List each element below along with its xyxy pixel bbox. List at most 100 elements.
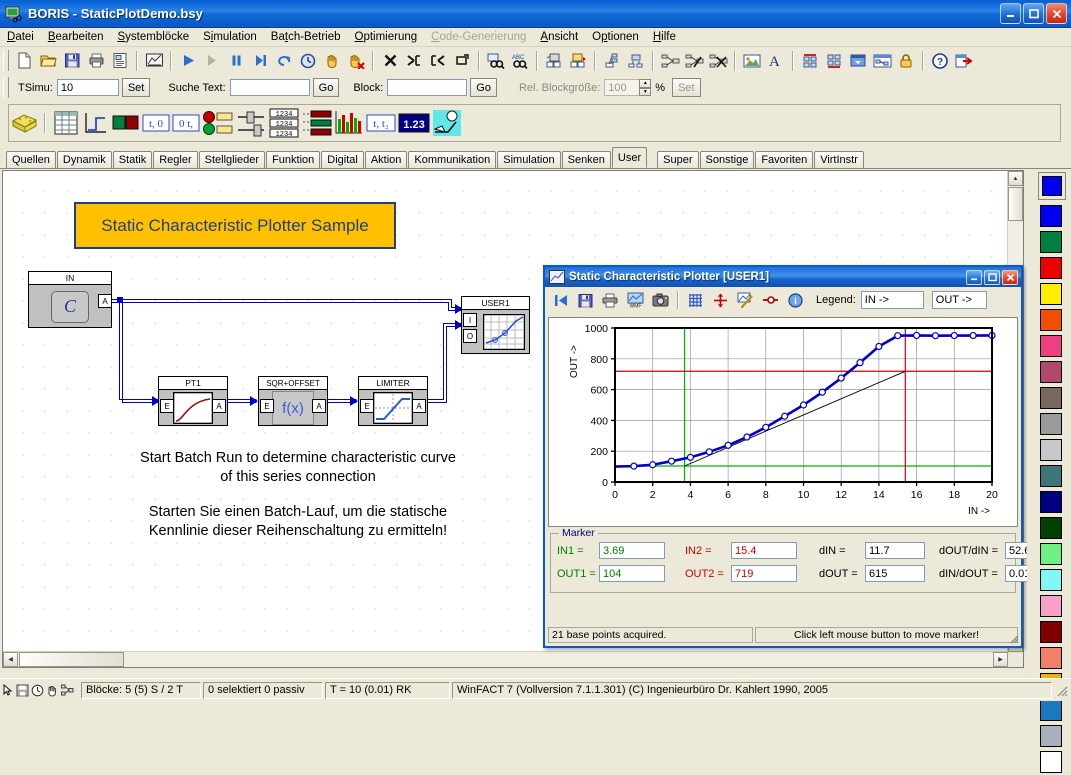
pause-simulation-icon[interactable]	[224, 49, 248, 72]
0t-block-icon[interactable]: 0 t,	[171, 107, 201, 139]
color-swatch[interactable]	[1040, 725, 1062, 747]
color-swatch[interactable]	[1040, 361, 1062, 383]
properties-icon[interactable]	[108, 49, 132, 72]
axis-scale-icon[interactable]	[708, 289, 733, 311]
block-go-button[interactable]: Go	[470, 78, 497, 97]
vertical-scroll-thumb[interactable]	[1008, 187, 1023, 221]
tab-funktion[interactable]: Funktion	[266, 151, 321, 168]
color-swatch[interactable]	[1040, 465, 1062, 487]
delete-icon[interactable]	[378, 49, 402, 72]
color-swatch[interactable]	[1040, 257, 1062, 279]
tab-kommunikation[interactable]: Kommunikation	[408, 151, 497, 168]
menu-item-datei[interactable]: Datei	[0, 30, 41, 44]
plotter-close-button[interactable]	[1002, 269, 1018, 285]
characteristic-chart[interactable]: 0 2 4 6 8 10 12 14 16 18 20 0 200 400 600 800 1000 IN -> O…	[548, 317, 1018, 527]
block-sqr-offset-in-port[interactable]: E	[260, 399, 274, 413]
plotter-title-bar[interactable]: Static Characteristic Plotter [USER1]	[545, 267, 1021, 287]
block-user1-second-port[interactable]: O	[463, 329, 477, 343]
marker-din-input[interactable]: 11.7	[865, 542, 925, 559]
block-pt1-in-port[interactable]: E	[160, 399, 174, 413]
scroll-left-button[interactable]: ◀	[3, 652, 18, 667]
color-swatch[interactable]	[1040, 309, 1062, 331]
hand-icon[interactable]	[45, 683, 60, 698]
ungroup-blocks-icon[interactable]	[624, 49, 648, 72]
t1t2-block-icon[interactable]: t, t₂	[365, 107, 397, 139]
menu-item-bearbeiten[interactable]: Bearbeiten	[41, 30, 111, 44]
plotter-window[interactable]: Static Characteristic Plotter [USER1] WM…	[543, 265, 1057, 648]
plot-window-icon[interactable]	[142, 49, 166, 72]
toolbar-grip[interactable]	[3, 50, 9, 71]
close-button[interactable]	[1046, 3, 1067, 24]
color-swatch[interactable]	[1040, 283, 1062, 305]
block-in-out-port[interactable]: A	[98, 294, 112, 308]
menu-item-ansicht[interactable]: Ansicht	[533, 30, 585, 44]
tab-dynamik[interactable]: Dynamik	[56, 151, 112, 168]
parambar-grip[interactable]	[3, 77, 9, 98]
tab-super[interactable]: Super	[657, 151, 699, 168]
marker-in1-input[interactable]: 3.69	[599, 542, 665, 559]
two-color-block-icon[interactable]	[111, 107, 141, 139]
tab-digital[interactable]: Digital	[321, 151, 364, 168]
bar-chart-block-icon[interactable]	[333, 107, 365, 139]
step-signal-block-icon[interactable]	[81, 107, 111, 139]
grid-toggle-icon[interactable]	[683, 289, 708, 311]
lock-icon[interactable]	[894, 49, 918, 72]
tab-virtinstr[interactable]: VirtInstr	[814, 151, 864, 168]
color-swatch[interactable]	[1040, 439, 1062, 461]
slider-block-icon[interactable]	[235, 107, 267, 139]
note-german[interactable]: Starten Sie einen Batch-Lauf, um die sta…	[103, 503, 493, 541]
print-icon[interactable]	[598, 289, 623, 311]
marker-toggle-icon[interactable]	[758, 289, 783, 311]
cut-connection-icon[interactable]	[402, 49, 426, 72]
block-limiter-out-port[interactable]: A	[412, 399, 426, 413]
reroute-connection-icon[interactable]	[450, 49, 474, 72]
menu-item-simulation[interactable]: Simulation	[196, 30, 264, 44]
open-file-icon[interactable]	[36, 49, 60, 72]
menu-item-systembl-cke[interactable]: Systemblöcke	[111, 30, 197, 44]
block-limiter-in-port[interactable]: E	[360, 399, 374, 413]
tab-stellglieder[interactable]: Stellglieder	[198, 151, 266, 168]
note-english[interactable]: Start Batch Run to determine characteris…	[103, 449, 493, 487]
info-icon[interactable]: i	[783, 289, 808, 311]
block-pt1[interactable]: PT1 E A	[158, 376, 228, 426]
insert-text-icon[interactable]: A	[764, 49, 788, 72]
horizontal-scroll-thumb[interactable]	[19, 652, 124, 667]
scope-block-icon[interactable]	[431, 107, 463, 139]
send-back-icon[interactable]	[870, 49, 894, 72]
tsimu-set-button[interactable]: Set	[121, 78, 151, 97]
save-state-icon[interactable]	[15, 683, 30, 698]
stop-simulation-icon[interactable]	[200, 49, 224, 72]
color-swatch[interactable]	[1040, 517, 1062, 539]
hand-pause-icon[interactable]	[320, 49, 344, 72]
search-go-button[interactable]: Go	[312, 78, 340, 97]
export-wmf-icon[interactable]: WMF	[623, 289, 648, 311]
status-resize-grip[interactable]	[1054, 683, 1068, 697]
realtime-clock-icon[interactable]	[296, 49, 320, 72]
align-top-icon[interactable]	[798, 49, 822, 72]
exit-icon[interactable]	[952, 49, 976, 72]
block-sqr-offset-out-port[interactable]: A	[312, 399, 326, 413]
color-swatch[interactable]	[1040, 751, 1062, 773]
menu-item-hilfe[interactable]: Hilfe	[646, 30, 683, 44]
structure-delete-icon[interactable]	[706, 49, 730, 72]
bring-front-icon[interactable]	[846, 49, 870, 72]
blocksize-input[interactable]: 100	[604, 79, 641, 96]
block-library-icon[interactable]	[9, 107, 39, 139]
print-icon[interactable]	[84, 49, 108, 72]
t0-block-icon[interactable]: t, 0	[141, 107, 171, 139]
save-file-icon[interactable]	[60, 49, 84, 72]
diagram-title-block[interactable]: Static Characteristic Plotter Sample	[74, 202, 396, 249]
rewind-icon[interactable]	[548, 289, 573, 311]
color-swatch[interactable]	[1040, 647, 1062, 669]
plotter-minimize-button[interactable]	[966, 269, 982, 285]
marker-out2-input[interactable]: 719	[731, 565, 797, 582]
digit-display-block-icon[interactable]: 1234 1234 1234	[267, 107, 301, 139]
scroll-up-button[interactable]: ▲	[1008, 171, 1023, 186]
legend-y-input[interactable]: OUT ->	[931, 291, 987, 309]
new-file-icon[interactable]	[12, 49, 36, 72]
legend-x-input[interactable]: IN ->	[860, 291, 924, 309]
tab-quellen[interactable]: Quellen	[6, 151, 56, 168]
color-swatch[interactable]	[1040, 387, 1062, 409]
current-color-swatch[interactable]	[1038, 172, 1066, 200]
reset-simulation-icon[interactable]	[272, 49, 296, 72]
